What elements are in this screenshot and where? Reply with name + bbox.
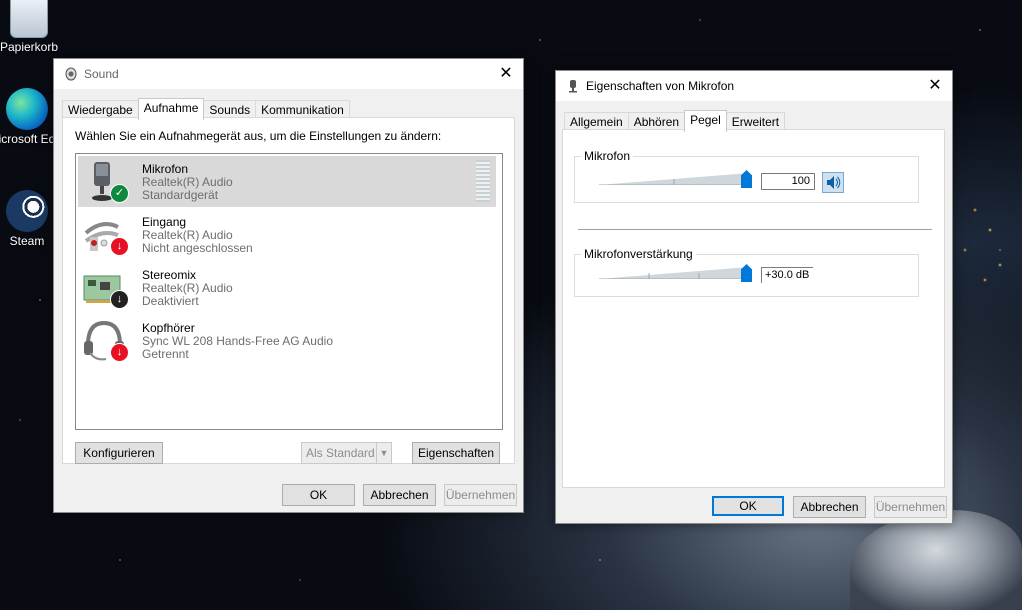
window-title: Eigenschaften von Mikrofon [586,79,735,93]
device-driver: Realtek(R) Audio [142,175,233,189]
group-label: Mikrofon [581,149,634,163]
speaker-icon [65,67,77,81]
microphone-icon [569,80,577,93]
device-driver: Realtek(R) Audio [142,281,233,295]
device-item-mikrofon[interactable]: ✓ Mikrofon Realtek(R) Audio Standardgerä… [78,156,496,207]
group-label: Mikrofonverstärkung [581,247,696,261]
close-icon: ✕ [499,65,513,82]
down-arrow-icon: ↓ [110,343,129,362]
microphone-level-value[interactable]: 100 [761,173,815,190]
ok-button[interactable]: OK [712,496,784,516]
desktop-icon-label: Steam [9,234,45,248]
slider-ramp [599,267,749,279]
mute-toggle-button[interactable] [822,172,844,193]
microphone-level-slider[interactable] [599,170,752,188]
configure-button[interactable]: Konfigurieren [75,442,163,464]
default-check-icon: ✓ [110,184,129,203]
tab-pegel[interactable]: Pegel [684,110,727,132]
down-arrow-icon: ↓ [110,290,129,309]
tab-panel: Mikrofon 100 Mikrofonverstärkung +30.0 d… [562,129,945,488]
instruction-text: Wählen Sie ein Aufnahmegerät aus, um die… [75,129,442,143]
microphone-level-group: Mikrofon 100 [574,149,919,203]
device-name: Mikrofon [142,162,189,176]
device-status: Nicht angeschlossen [142,241,253,255]
wallpaper-city-lights [955,170,1022,300]
desktop-icon-label: Papierkorb [0,40,59,54]
speaker-icon [827,176,841,189]
cancel-button[interactable]: Abbrechen [793,496,866,518]
down-arrow-icon: ↓ [110,237,129,256]
device-status: Getrennt [142,347,189,361]
sound-dialog: Sound ✕ Wiedergabe Aufnahme Sounds Kommu… [53,58,524,513]
microphone-boost-slider[interactable] [599,264,752,282]
steam-icon [6,190,48,232]
device-item-stereomix[interactable]: ↓ Stereomix Realtek(R) Audio Deaktiviert [78,262,496,313]
device-status: Standardgerät [142,188,219,202]
apply-button[interactable]: Übernehmen [444,484,517,506]
set-default-button[interactable]: Als Standard ▼ [301,442,392,464]
level-meter [476,160,490,202]
device-status: Deaktiviert [142,294,199,308]
close-icon: ✕ [928,77,942,94]
device-driver: Sync WL 208 Hands-Free AG Audio [142,334,333,348]
edge-icon [6,88,48,130]
tab-aufnahme[interactable]: Aufnahme [137,98,205,120]
device-list: ✓ Mikrofon Realtek(R) Audio Standardgerä… [75,153,503,430]
chevron-down-icon: ▼ [376,443,391,463]
device-name: Eingang [142,215,187,229]
tab-panel: Wählen Sie ein Aufnahmegerät aus, um die… [62,117,515,464]
device-name: Kopfhörer [142,321,195,335]
device-item-eingang[interactable]: ↓ Eingang Realtek(R) Audio Nicht angesch… [78,209,496,260]
title-bar: Sound ✕ [54,59,523,89]
properties-button[interactable]: Eigenschaften [412,442,500,464]
separator [578,229,932,230]
device-driver: Realtek(R) Audio [142,228,233,242]
title-bar: Eigenschaften von Mikrofon ✕ [556,71,952,101]
microphone-boost-group: Mikrofonverstärkung +30.0 dB [574,247,919,297]
recycle-bin-icon [10,0,48,38]
apply-button[interactable]: Übernehmen [874,496,947,518]
cancel-button[interactable]: Abbrechen [363,484,436,506]
set-default-label: Als Standard [306,446,375,460]
microphone-boost-value: +30.0 dB [761,267,813,283]
slider-ramp [599,173,749,185]
desktop-icon-label: icrosoft Ed [0,132,56,146]
device-name: Stereomix [142,268,197,282]
close-button[interactable]: ✕ [497,65,515,83]
microphone-properties-dialog: Eigenschaften von Mikrofon ✕ Allgemein A… [555,70,953,524]
close-button[interactable]: ✕ [926,77,944,95]
device-item-kopfhoerer[interactable]: ↓ Kopfhörer Sync WL 208 Hands-Free AG Au… [78,315,496,366]
desktop-icon-recycle-bin[interactable]: Papierkorb [0,0,64,54]
window-title: Sound [84,67,119,81]
ok-button[interactable]: OK [282,484,355,506]
